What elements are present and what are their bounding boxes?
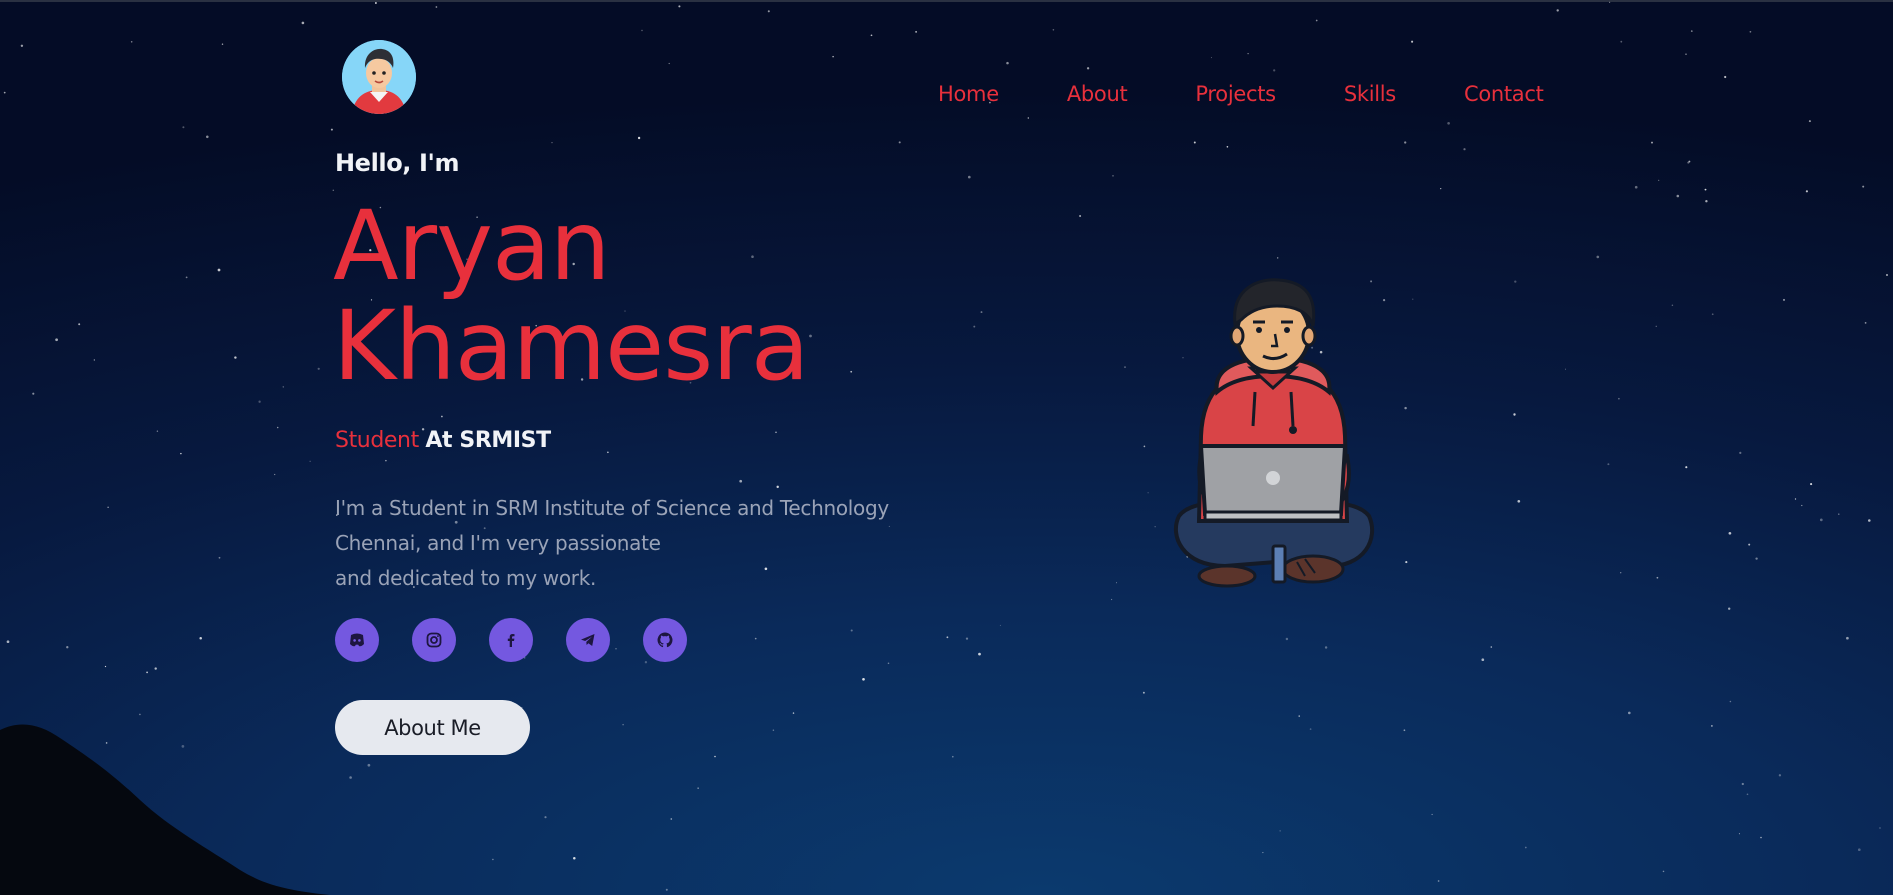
github-link[interactable]	[643, 618, 687, 662]
developer-laptop-icon	[1173, 278, 1375, 588]
avatar-icon	[342, 40, 416, 114]
hero-illustration	[1165, 276, 1380, 600]
role-highlight: Student	[335, 428, 419, 453]
instagram-link[interactable]	[412, 618, 456, 662]
facebook-icon	[507, 634, 515, 647]
hero-name: Aryan Khamesra	[333, 190, 810, 402]
instagram-icon	[426, 632, 442, 648]
description-line: Chennai, and I'm very passionate	[335, 531, 661, 555]
github-icon	[657, 632, 673, 648]
role-rest: At SRMIST	[425, 428, 551, 453]
hero-name-line1: Aryan	[333, 190, 611, 302]
nav-skills[interactable]: Skills	[1344, 80, 1396, 108]
about-me-button[interactable]: About Me	[335, 700, 530, 755]
hero-greeting: Hello, I'm	[335, 149, 460, 177]
nav-home[interactable]: Home	[938, 80, 999, 108]
description-line: I'm a Student in SRM Institute of Scienc…	[335, 496, 889, 520]
nav-contact[interactable]: Contact	[1464, 80, 1544, 108]
hero-description: I'm a Student in SRM Institute of Scienc…	[335, 491, 895, 596]
logo-avatar[interactable]	[342, 40, 416, 114]
main-nav: Home About Projects Skills Contact	[938, 80, 1544, 108]
hero-name-line2: Khamesra	[333, 290, 810, 402]
facebook-link[interactable]	[489, 618, 533, 662]
telegram-icon	[581, 634, 595, 646]
social-links	[335, 618, 687, 662]
nav-projects[interactable]: Projects	[1195, 80, 1276, 108]
hill-silhouette	[0, 724, 330, 895]
hero-role: Student At SRMIST	[335, 428, 551, 453]
telegram-link[interactable]	[566, 618, 610, 662]
discord-icon	[350, 633, 364, 647]
discord-link[interactable]	[335, 618, 379, 662]
top-border	[0, 0, 1893, 2]
nav-about[interactable]: About	[1067, 80, 1128, 108]
description-line: and dedicated to my work.	[335, 566, 597, 590]
